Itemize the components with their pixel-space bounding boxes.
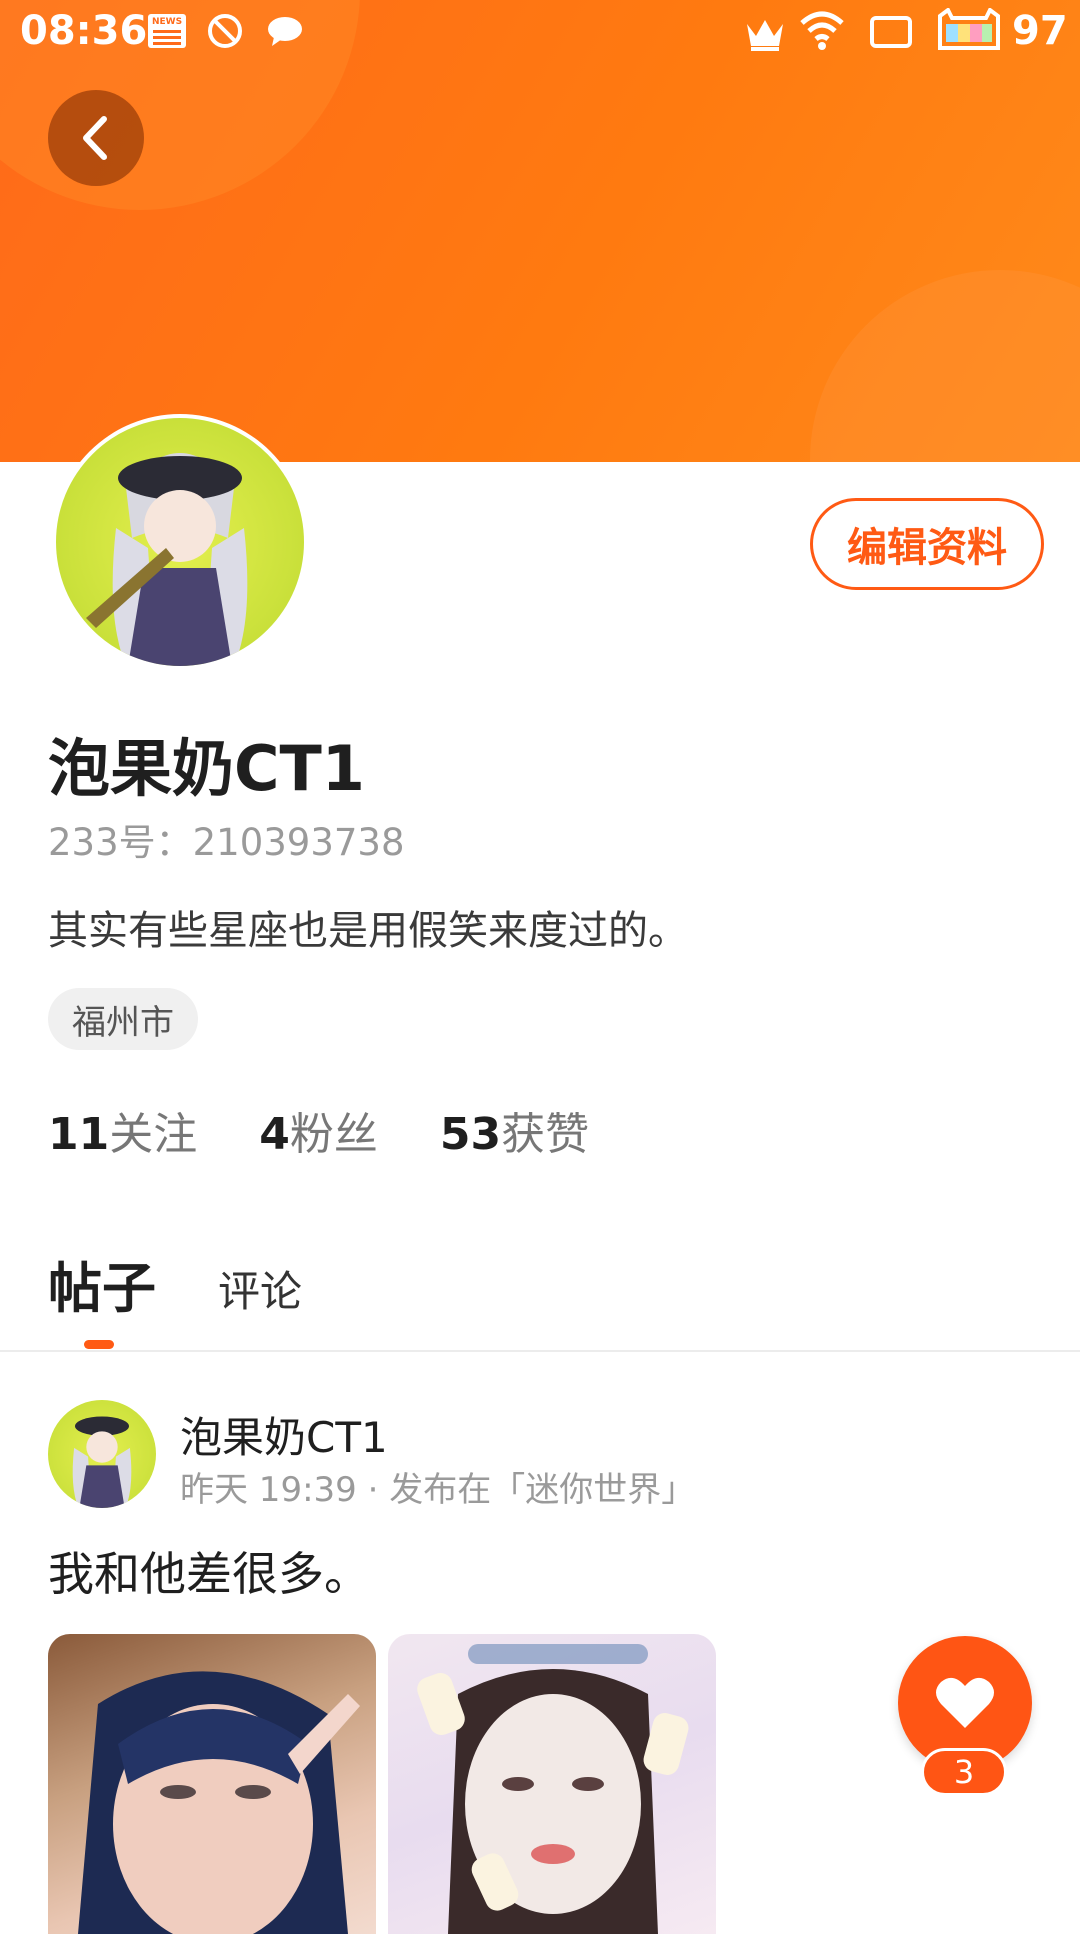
sim-icon <box>870 16 912 48</box>
profile-bio: 其实有些星座也是用假笑来度过的。 <box>48 908 688 954</box>
stat-label: 粉丝 <box>289 1109 378 1160</box>
edit-profile-button[interactable]: 编辑资料 <box>810 498 1044 590</box>
post-meta: 昨天 19:39 · 发布在「迷你世界」 <box>180 1470 696 1510</box>
tab-comments[interactable]: 评论 <box>218 1258 302 1323</box>
message-icon <box>266 16 304 46</box>
back-button[interactable] <box>48 90 144 186</box>
battery-icon <box>934 8 1004 52</box>
like-count: 3 <box>921 1748 1007 1796</box>
post-text[interactable]: 我和他差很多。 <box>48 1538 370 1604</box>
wifi-icon <box>800 10 844 50</box>
stat-number: 53 <box>439 1109 502 1160</box>
header-banner <box>0 0 1080 462</box>
status-time: 08:36 <box>20 8 148 54</box>
content-tabs: 帖子 评论 <box>48 1244 302 1323</box>
stat-followers[interactable]: 4粉丝 <box>259 1098 378 1162</box>
no-disturb-icon <box>208 14 242 48</box>
status-bar: 08:36 97 <box>0 0 1080 64</box>
post-image[interactable] <box>388 1634 716 1934</box>
heart-icon <box>936 1677 994 1728</box>
banner-decoration <box>810 270 1080 462</box>
news-icon <box>148 14 186 48</box>
stat-label: 获赞 <box>501 1109 590 1160</box>
stat-label: 关注 <box>109 1109 198 1160</box>
divider <box>0 1350 1080 1352</box>
profile-id: 233号：210393738 <box>48 821 405 864</box>
avatar[interactable] <box>56 418 304 666</box>
crown-icon <box>744 14 786 54</box>
stat-following[interactable]: 11关注 <box>48 1098 197 1162</box>
battery-level: 97 <box>1012 8 1068 54</box>
tab-posts[interactable]: 帖子 <box>48 1244 156 1323</box>
post-image[interactable] <box>48 1634 376 1934</box>
post-author-name[interactable]: 泡果奶CT1 <box>180 1404 388 1465</box>
profile-stats: 11关注 4粉丝 53获赞 <box>48 1098 589 1162</box>
back-arrow-icon <box>83 116 107 160</box>
location-tag: 福州市 <box>48 988 198 1050</box>
stat-number: 4 <box>259 1109 290 1160</box>
stat-likes[interactable]: 53获赞 <box>440 1098 589 1162</box>
post-author-avatar[interactable] <box>48 1400 156 1508</box>
tab-indicator <box>84 1340 114 1349</box>
stat-number: 11 <box>48 1109 110 1160</box>
profile-name: 泡果奶CT1 <box>48 732 365 805</box>
